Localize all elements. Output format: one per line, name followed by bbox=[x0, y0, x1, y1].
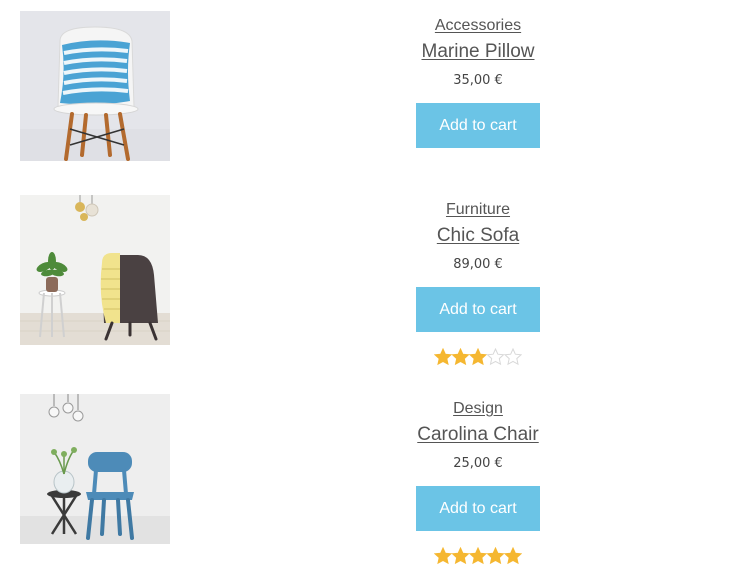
product-title-link[interactable]: Carolina Chair bbox=[378, 424, 578, 446]
armchair-image bbox=[20, 195, 170, 345]
product-category-link[interactable]: Accessories bbox=[378, 17, 578, 35]
pillow-on-chair-image bbox=[20, 11, 170, 161]
star-empty-icon bbox=[503, 348, 522, 366]
star-filled-icon bbox=[468, 348, 488, 366]
product-category-link[interactable]: Furniture bbox=[378, 201, 578, 219]
product-price: 35,00 € bbox=[453, 73, 503, 88]
product-price: 89,00 € bbox=[453, 257, 503, 272]
star-rating bbox=[434, 547, 522, 565]
product-image-carolina-chair[interactable] bbox=[20, 394, 170, 544]
star-filled-icon bbox=[451, 348, 470, 366]
product-image-chic-sofa[interactable] bbox=[20, 195, 170, 345]
product-price: 25,00 € bbox=[453, 456, 503, 471]
add-to-cart-button[interactable]: Add to cart bbox=[416, 287, 540, 332]
blue-chair-image bbox=[20, 394, 170, 544]
star-rating bbox=[434, 348, 522, 366]
star-empty-icon bbox=[486, 348, 505, 366]
product-category-link[interactable]: Design bbox=[378, 400, 578, 418]
add-to-cart-button[interactable]: Add to cart bbox=[416, 486, 540, 531]
add-to-cart-button[interactable]: Add to cart bbox=[416, 103, 540, 148]
star-filled-icon bbox=[434, 348, 453, 366]
product-title-link[interactable]: Marine Pillow bbox=[378, 41, 578, 63]
product-title-link[interactable]: Chic Sofa bbox=[378, 225, 578, 247]
product-image-marine-pillow[interactable] bbox=[20, 11, 170, 161]
